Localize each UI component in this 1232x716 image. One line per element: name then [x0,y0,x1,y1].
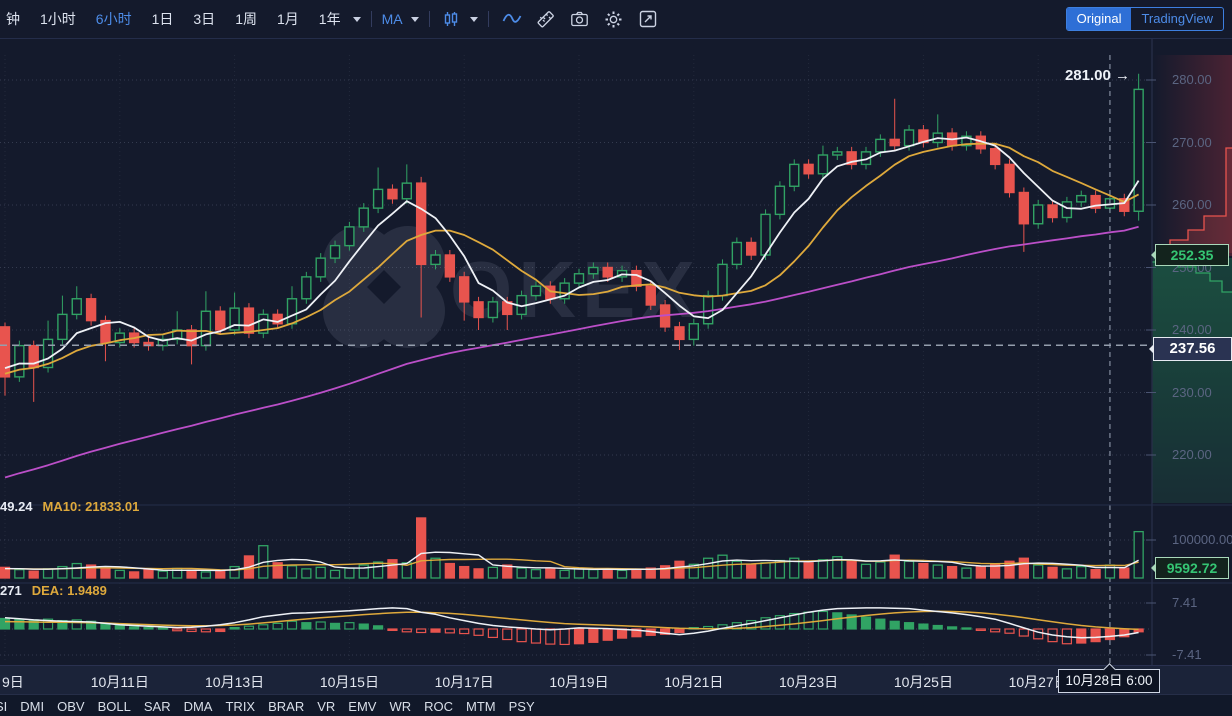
timeframe-button[interactable]: 6小时 [86,9,142,29]
price-axis-tick: 240.00 [1172,323,1212,337]
indicator-tab-dmi[interactable]: DMI [20,699,44,714]
date-axis-tick: 10月17日 [435,672,494,692]
indicator-tab-boll[interactable]: BOLL [98,699,131,714]
indicator-tab-emv[interactable]: EMV [348,699,376,714]
indicator-tab-brar[interactable]: BRAR [268,699,304,714]
volume-layer [1,518,1144,578]
macd-layer [1,608,1144,645]
chart-toolbar: 钟1小时6小时1日3日1周1月1年 MA [0,0,1232,39]
date-axis-tick: 9日 [2,672,24,692]
last-price-tag: 237.56 [1153,337,1232,361]
date-axis-tick: 10月25日 [894,672,953,692]
timeframe-button[interactable]: 钟 [0,9,30,29]
date-axis-bar[interactable]: 9日 10月11日 10月13日 10月15日 10月17日 10月19日 10月21日 10… [0,665,1232,695]
price-axis-tick: 220.00 [1172,448,1212,462]
timeframe-group: 钟1小时6小时1日3日1周1月1年 [0,9,351,29]
macd-indicator-readout: 271 DEA: 1.9489 [0,583,107,598]
date-axis-tick: 10月19日 [549,672,608,692]
indicator-tab-vr[interactable]: VR [317,699,335,714]
volume-value-label: 49.24 [0,499,33,514]
indicator-tabs-bar: SI DMI OBV BOLL SAR DMA TRIX BRAR VR EMV WR ROC MTM P… [0,694,1232,716]
indicator-tab-roc[interactable]: ROC [424,699,453,714]
candlestick-style-icon [440,8,462,30]
ruler-icon[interactable] [535,8,557,30]
indicator-tab-si[interactable]: SI [0,699,7,714]
macd-axis-bottom-tick: -7.41 [1172,648,1202,662]
date-axis-tick: 10月13日 [205,672,264,692]
price-axis-tick: 230.00 [1172,386,1212,400]
ma-dropdown[interactable]: MA [382,11,419,27]
caret-down-icon [411,17,419,22]
okex-watermark: OKEX [323,226,701,348]
crosshair-date-tooltip: 10月28日 6:00 [1058,669,1160,693]
indicator-tab-wr[interactable]: WR [389,699,411,714]
caret-down-icon [470,17,478,22]
price-axis-tick: 260.00 [1172,198,1212,212]
date-axis-tick: 10月11日 [91,672,149,692]
timeframe-button[interactable]: 1小时 [30,9,86,29]
date-axis-tick: 10月15日 [320,672,379,692]
depth-mid-price-tag: 252.35 [1155,244,1229,266]
date-axis-tick: 10月21日 [664,672,723,692]
timeframe-button[interactable]: 1日 [142,9,184,29]
indicator-tab-sar[interactable]: SAR [144,699,171,714]
timeframe-button[interactable]: 1周 [225,9,267,29]
indicator-tab-dma[interactable]: DMA [184,699,213,714]
volume-ma10-label: MA10: 21833.01 [43,499,140,514]
gear-icon[interactable] [603,8,625,30]
line-style-icon[interactable] [501,8,523,30]
chart-style-dropdown[interactable] [440,8,478,30]
toolbar-divider [429,11,430,27]
timeframe-button[interactable]: 1月 [267,9,309,29]
mode-tradingview-button[interactable]: TradingView [1131,8,1223,30]
chart-canvas[interactable]: OKEX [0,0,1232,716]
macd-value-label: 271 [0,583,22,598]
chart-mode-toggle: Original TradingView [1066,7,1224,31]
mode-original-button[interactable]: Original [1067,8,1132,30]
trading-chart-window: OKEX 钟1小时6小时1日3日1周1月1年 MA [0,0,1232,716]
price-axis-tick: 280.00 [1172,73,1212,87]
timeframe-button[interactable]: 1年 [309,9,351,29]
toolbar-divider [371,11,372,27]
toolbar-divider [488,11,489,27]
indicator-tab-trix[interactable]: TRIX [225,699,255,714]
macd-axis-top-tick: 7.41 [1172,596,1197,610]
price-axis-tick: 270.00 [1172,136,1212,150]
timeframe-button[interactable]: 3日 [183,9,225,29]
current-volume-tag: 9592.72 [1155,557,1229,579]
volume-indicator-readout: 49.24 MA10: 21833.01 [0,499,139,514]
indicator-tab-mtm[interactable]: MTM [466,699,496,714]
toolbar-icon-row [501,8,659,30]
indicator-tab-psy[interactable]: PSY [509,699,535,714]
fullscreen-icon[interactable] [637,8,659,30]
camera-icon[interactable] [569,8,591,30]
indicator-tab-obv[interactable]: OBV [57,699,84,714]
date-axis-tick: 10月23日 [779,672,838,692]
ma-dropdown-label: MA [382,11,403,27]
macd-dea-label: DEA: 1.9489 [32,583,107,598]
volume-axis-tick: 100000.00 [1172,533,1232,547]
caret-down-icon[interactable] [353,17,361,22]
high-price-annotation: 281.00 → [1030,67,1130,84]
